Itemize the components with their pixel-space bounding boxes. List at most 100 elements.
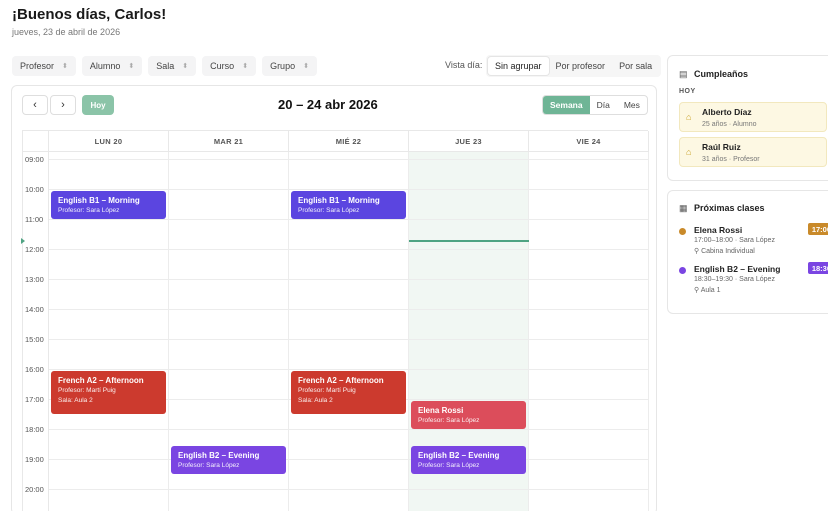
hour-label: 18:00: [25, 425, 44, 434]
view-month[interactable]: Mes: [617, 96, 647, 114]
hour-gridline: [49, 459, 649, 460]
event-detail: Profesor: Sara López: [178, 462, 240, 469]
week-grid: LUN 20 MAR 21 MIÉ 22 JUE 23 VIE 24 09:00…: [21, 130, 649, 511]
cake-icon: ▤: [679, 69, 688, 79]
class-time: 18:30–19:30 · Sara López: [694, 276, 775, 283]
upcoming-classes-card: ▦ Próximas clases Elena Rossi 17:00–18:0…: [667, 190, 828, 314]
day-header-wed: MIÉ 22: [289, 131, 409, 152]
filter-curso[interactable]: Curso ⬍: [202, 56, 257, 76]
calendar-event[interactable]: English B1 – Morning Profesor: Sara López: [51, 191, 166, 219]
hour-label: 19:00: [25, 455, 44, 464]
event-title: English B2 – Evening: [178, 451, 260, 460]
class-time: 17:00–18:00 · Sara López: [694, 237, 775, 244]
time-column-header: [23, 131, 49, 152]
view-switcher: Semana Día Mes: [542, 95, 648, 115]
filter-label: Profesor: [20, 61, 55, 71]
hour-gridline: [49, 279, 649, 280]
date-range-title: 20 – 24 abr 2026: [278, 97, 378, 112]
chevron-left-icon: ‹: [33, 99, 37, 111]
class-color-dot: [679, 228, 686, 235]
select-arrows-icon: ⬍: [128, 62, 135, 70]
filter-alumno[interactable]: Alumno ⬍: [81, 56, 143, 76]
hour-label: 09:00: [25, 155, 44, 164]
calendar-event[interactable]: English B1 – Morning Profesor: Sara López: [291, 191, 406, 219]
calendar-card: ‹ › Hoy 20 – 24 abr 2026 Semana Día Mes …: [11, 85, 657, 511]
filter-label: Grupo: [270, 61, 296, 71]
calendar-event[interactable]: English B2 – Evening Profesor: Sara López: [171, 446, 286, 474]
day-view-grouping-label: Vista día:: [445, 60, 483, 70]
class-name: English B2 – Evening: [694, 264, 781, 274]
grouping-by-teacher[interactable]: Por profesor: [549, 57, 613, 75]
filter-sala[interactable]: Sala ⬍: [148, 56, 197, 76]
hour-gridline: [49, 339, 649, 340]
hour-label: 20:00: [25, 485, 44, 494]
class-time-badge: 18:30: [807, 262, 828, 274]
grouping-none[interactable]: Sin agrupar: [488, 57, 549, 75]
view-day[interactable]: Día: [590, 96, 617, 114]
day-header-tue: MAR 21: [169, 131, 289, 152]
event-detail: Sala: Aula 2: [298, 397, 333, 404]
upcoming-item[interactable]: Elena Rossi 17:00–18:00 · Sara López ⚲ C…: [679, 223, 828, 261]
hour-label: 14:00: [25, 305, 44, 314]
event-title: French A2 – Afternoon: [298, 376, 384, 385]
select-arrows-icon: ⬍: [182, 62, 189, 70]
event-title: English B2 – Evening: [418, 451, 500, 460]
greeting-title: ¡Buenos días, Carlos!: [12, 6, 167, 23]
current-time-marker-icon: [21, 237, 25, 244]
class-room-name: Cabina Individual: [701, 248, 755, 255]
day-column[interactable]: [529, 152, 649, 511]
hour-label: 16:00: [25, 365, 44, 374]
birthday-details: 25 años · Alumno: [702, 121, 757, 128]
birthday-name: Raúl Ruiz: [702, 142, 741, 152]
chevron-right-icon: ›: [61, 99, 65, 111]
event-detail: Profesor: Martí Puig: [298, 387, 356, 394]
class-room-name: Aula 1: [700, 287, 721, 294]
calendar-icon: ▦: [679, 203, 688, 213]
current-time-line: [409, 239, 529, 242]
calendar-event[interactable]: French A2 – Afternoon Profesor: Martí Pui…: [51, 371, 166, 414]
filter-profesor[interactable]: Profesor ⬍: [12, 56, 76, 76]
birthdays-card: ▤ Cumpleaños HOY ⌂ Alberto Díaz 25 años …: [667, 55, 828, 181]
event-title: French A2 – Afternoon: [58, 376, 144, 385]
filter-label: Sala: [156, 61, 175, 71]
next-week-button[interactable]: ›: [50, 95, 76, 115]
day-header-thu: JUE 23: [409, 131, 529, 152]
hour-gridline: [49, 159, 649, 160]
hour-label: 13:00: [25, 275, 44, 284]
event-title: Elena Rossi: [418, 406, 464, 415]
gift-icon: ⌂: [686, 147, 692, 157]
view-week[interactable]: Semana: [543, 96, 590, 114]
filter-grupo[interactable]: Grupo ⬍: [262, 56, 317, 76]
upcoming-item[interactable]: English B2 – Evening 18:30–19:30 · Sara …: [679, 262, 828, 300]
hour-label: 10:00: [25, 185, 44, 194]
grouping-by-room[interactable]: Por sala: [612, 57, 659, 75]
map-pin-icon: ⚲: [694, 287, 701, 294]
hour-gridline: [49, 219, 649, 220]
hour-gridline: [49, 489, 649, 490]
filter-label: Curso: [210, 61, 235, 71]
filter-bar: Profesor ⬍ Alumno ⬍ Sala ⬍ Curso ⬍ Grupo ⬍: [12, 56, 317, 76]
hour-gridline: [49, 249, 649, 250]
upcoming-title: Próximas clases: [694, 203, 765, 213]
birthday-name: Alberto Díaz: [702, 107, 752, 117]
event-detail: Profesor: Martí Puig: [58, 387, 116, 394]
event-detail: Profesor: Sara López: [418, 417, 480, 424]
day-header-fri: VIE 24: [529, 131, 649, 152]
hour-gridline: [49, 309, 649, 310]
calendar-event[interactable]: English B2 – Evening Profesor: Sara López: [411, 446, 526, 474]
hour-label: 15:00: [25, 335, 44, 344]
filter-label: Alumno: [89, 61, 121, 71]
event-detail: Profesor: Sara López: [418, 462, 480, 469]
select-arrows-icon: ⬍: [62, 62, 68, 70]
today-button[interactable]: Hoy: [82, 95, 114, 115]
day-header-mon: LUN 20: [49, 131, 169, 152]
calendar-event[interactable]: French A2 – Afternoon Profesor: Martí Pui…: [291, 371, 406, 414]
prev-week-button[interactable]: ‹: [22, 95, 48, 115]
event-title: English B1 – Morning: [298, 196, 380, 205]
time-column: 09:00 10:00 11:00 12:00 13:00 14:00 15:00 16:00…: [23, 152, 49, 511]
hour-gridline: [49, 189, 649, 190]
calendar-event[interactable]: Elena Rossi Profesor: Sara López: [411, 401, 526, 429]
birthdays-today-label: HOY: [679, 88, 696, 95]
event-detail: Profesor: Sara López: [298, 207, 360, 214]
current-date: jueves, 23 de abril de 2026: [12, 27, 121, 37]
